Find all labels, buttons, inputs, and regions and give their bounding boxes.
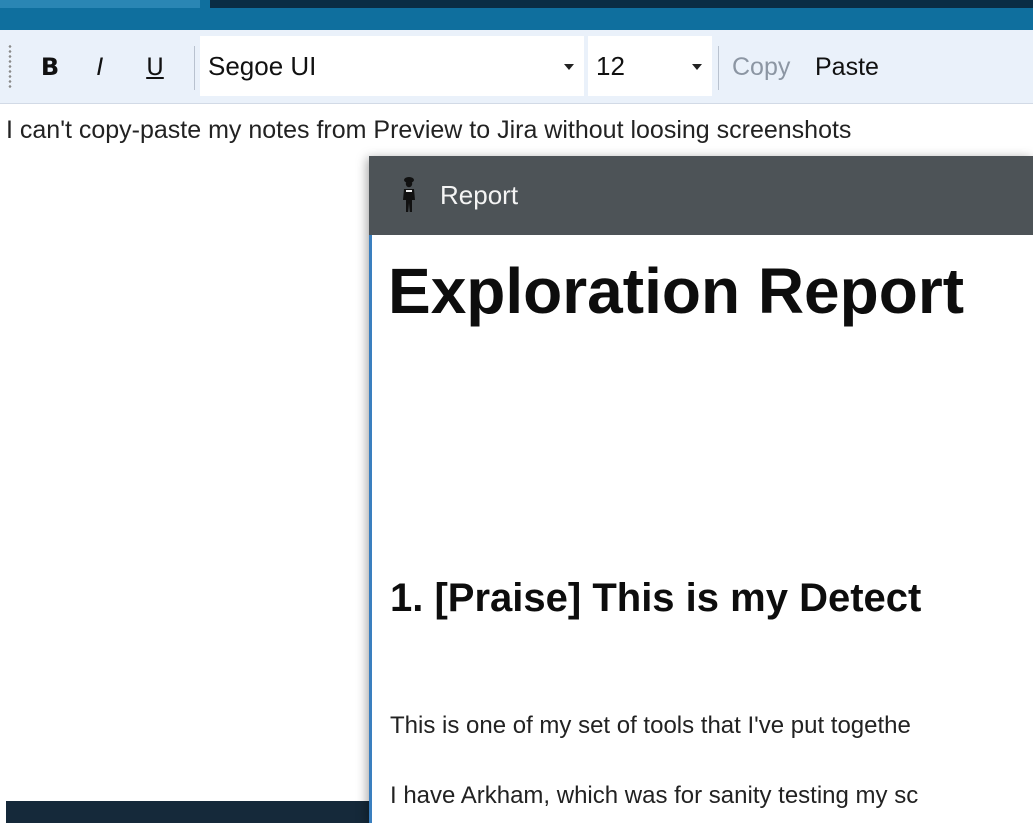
detective-figure-icon (403, 177, 415, 212)
font-size-select[interactable]: 12 (588, 36, 712, 96)
font-size-value: 12 (596, 51, 625, 81)
caret-down-icon[interactable] (692, 64, 702, 70)
report-window-title: Report (440, 180, 519, 210)
report-window-titlebar[interactable]: Report (369, 156, 1033, 235)
copy-button[interactable]: Copy (732, 48, 790, 86)
editor-text-line[interactable]: I can't copy-paste my notes from Preview… (6, 112, 1033, 148)
caret-down-icon[interactable] (564, 64, 574, 70)
toolbar-separator (718, 46, 719, 90)
report-section-heading: 1. [Praise] This is my Detect (390, 576, 922, 620)
italic-button[interactable]: I (90, 50, 110, 84)
font-family-value: Segoe UI (208, 51, 317, 81)
font-family-select[interactable]: Segoe UI (200, 36, 584, 96)
report-paragraph: This is one of my set of tools that I've… (390, 712, 911, 739)
report-window: Report Exploration Report 1. [Praise] Th… (369, 156, 1033, 823)
editor-bottom-bar (6, 801, 370, 823)
toolbar-grip-handle[interactable] (8, 44, 12, 90)
report-paragraph: I have Arkham, which was for sanity test… (390, 782, 919, 809)
app-header-strip (0, 0, 1033, 30)
formatting-toolbar: B I U Segoe UI 12 Copy Paste (0, 30, 1033, 104)
app-header-dark-band (210, 0, 1033, 8)
paste-button[interactable]: Paste (815, 48, 879, 86)
report-content: Exploration Report 1. [Praise] This is m… (369, 235, 1033, 823)
underline-button[interactable]: U (143, 50, 167, 84)
report-heading: Exploration Report (388, 255, 965, 327)
app-tab-indicator (0, 0, 200, 8)
bold-button[interactable]: B (38, 50, 62, 84)
toolbar-separator (194, 46, 195, 90)
